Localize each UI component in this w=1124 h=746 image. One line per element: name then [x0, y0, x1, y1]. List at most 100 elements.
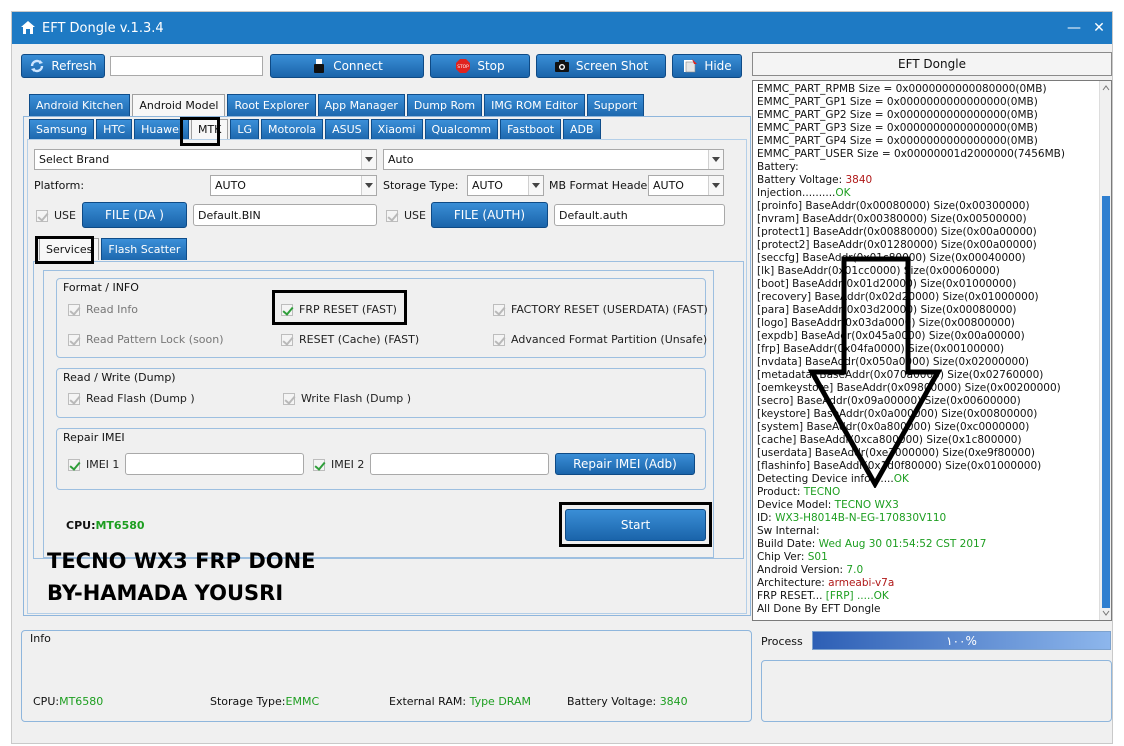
- screenshot-label: Screen Shot: [575, 59, 649, 73]
- log-line: [protect2] BaseAddr(0x01280000) Size(0x0…: [753, 239, 1111, 252]
- repair-imei-button[interactable]: Repair IMEI (Adb): [555, 453, 695, 475]
- imei2-input[interactable]: [370, 453, 549, 475]
- log-line-text: All Done By EFT Dongle: [757, 603, 881, 615]
- hide-button[interactable]: Hide: [672, 54, 742, 78]
- imei2-checkbox[interactable]: IMEI 2: [313, 458, 364, 471]
- close-button[interactable]: ✕: [1089, 18, 1109, 38]
- eft-dongle-header-label: EFT Dongle: [898, 57, 966, 71]
- info-cpu-value: MT6580: [59, 695, 104, 708]
- connect-button[interactable]: Connect: [270, 54, 424, 78]
- banner-line-2: BY-HAMADA YOUSRI: [47, 581, 284, 605]
- tab-htc[interactable]: HTC: [96, 119, 133, 139]
- chevron-down-icon: [708, 176, 723, 195]
- repair-imei-label: Repair IMEI (Adb): [573, 457, 677, 471]
- imei1-checkbox[interactable]: IMEI 1: [68, 458, 119, 471]
- checkbox-box: [283, 392, 295, 405]
- tab-asus[interactable]: ASUS: [325, 119, 369, 139]
- use-auth-checkbox[interactable]: USE: [386, 209, 426, 222]
- tab-app-manager[interactable]: App Manager: [317, 94, 405, 116]
- banner-line-1: TECNO WX3 FRP DONE: [47, 549, 316, 573]
- tab-img-rom-editor[interactable]: IMG ROM Editor: [484, 94, 585, 116]
- checkbox-box: [68, 333, 80, 346]
- platform-select[interactable]: AUTO: [210, 175, 377, 196]
- log-line: Build Date: Wed Aug 30 01:54:52 CST 2017: [753, 538, 1111, 551]
- log-line-value: [FRP] .....OK: [825, 590, 889, 602]
- screenshot-button[interactable]: Screen Shot: [536, 54, 666, 78]
- model-select[interactable]: Auto: [383, 149, 724, 170]
- use-da-checkbox[interactable]: USE: [36, 209, 76, 222]
- log-line: [protect1] BaseAddr(0x00880000) Size(0x0…: [753, 226, 1111, 239]
- camera-icon: [554, 60, 569, 72]
- port-select[interactable]: [110, 56, 263, 76]
- log-line-text: EMMC_PART_GP1 Size = 0x0000000000000000(…: [757, 96, 1038, 108]
- log-line: EMMC_PART_GP3 Size = 0x0000000000000000(…: [753, 122, 1111, 135]
- factory-reset-checkbox[interactable]: FACTORY RESET (USERDATA) (FAST): [493, 303, 708, 316]
- file-auth-button[interactable]: FILE (AUTH): [431, 202, 548, 228]
- tab-xiaomi[interactable]: Xiaomi: [370, 119, 423, 139]
- info-storage: Storage Type:EMMC: [210, 695, 319, 708]
- tab-android-model[interactable]: Android Model: [132, 94, 226, 116]
- log-line: EMMC_PART_GP2 Size = 0x0000000000000000(…: [753, 109, 1111, 122]
- log-line: Architecture: armeabi-v7a: [753, 577, 1111, 590]
- tab-adb[interactable]: ADB: [563, 119, 601, 139]
- write-flash-label: Write Flash (Dump ): [301, 392, 412, 405]
- da-file-field[interactable]: Default.BIN: [193, 204, 377, 226]
- tab-flash-scatter[interactable]: Flash Scatter: [101, 238, 188, 260]
- repair-imei-title: Repair IMEI: [63, 431, 125, 444]
- read-info-checkbox[interactable]: Read Info: [68, 303, 138, 316]
- imei1-input[interactable]: [125, 453, 304, 475]
- window-title: EFT Dongle v.1.3.4: [42, 21, 164, 36]
- log-line-value: OK: [835, 187, 851, 199]
- log-line-value: TECNO WX3: [834, 499, 899, 511]
- info-storage-label: Storage Type:: [210, 695, 286, 708]
- log-line-text: Android Version:: [757, 564, 847, 576]
- log-line-value: WX3-H8014B-N-EG-170830V110: [775, 512, 947, 524]
- use-da-label: USE: [54, 209, 76, 222]
- usb-icon: [314, 59, 325, 73]
- file-da-button[interactable]: FILE (DA ): [82, 202, 187, 228]
- home-icon: [21, 21, 35, 34]
- write-flash-checkbox[interactable]: Write Flash (Dump ): [283, 392, 411, 405]
- log-line: EMMC_PART_USER Size = 0x00000001d2000000…: [753, 148, 1111, 161]
- log-line-text: EMMC_PART_GP2 Size = 0x0000000000000000(…: [757, 109, 1038, 121]
- tab-samsung[interactable]: Samsung: [29, 119, 95, 139]
- highlight-start: [559, 502, 712, 547]
- tab-fastboot[interactable]: Fastboot: [500, 119, 562, 139]
- read-pattern-checkbox[interactable]: Read Pattern Lock (soon): [68, 333, 224, 346]
- refresh-label: Refresh: [51, 59, 97, 73]
- tab-dump-rom[interactable]: Dump Rom: [406, 94, 483, 116]
- read-flash-checkbox[interactable]: Read Flash (Dump ): [68, 392, 195, 405]
- main-tab-bar: Android Kitchen Android Model Root Explore…: [29, 94, 645, 116]
- brand-select[interactable]: Select Brand: [34, 149, 377, 170]
- tab-qualcomm[interactable]: Qualcomm: [424, 119, 499, 139]
- tab-root-explorer[interactable]: Root Explorer: [227, 94, 316, 116]
- info-title: Info: [30, 632, 51, 645]
- tab-android-kitchen[interactable]: Android Kitchen: [29, 94, 131, 116]
- refresh-button[interactable]: Refresh: [21, 54, 105, 78]
- info-panel: Info: [21, 630, 752, 722]
- log-scrollbar[interactable]: [1099, 81, 1111, 620]
- auth-file-field[interactable]: Default.auth: [554, 204, 725, 226]
- connect-label: Connect: [333, 59, 383, 73]
- storage-type-select[interactable]: AUTO: [467, 175, 544, 196]
- log-line: Chip Ver: S01: [753, 551, 1111, 564]
- checkbox-box: [36, 209, 48, 222]
- scrollbar-thumb[interactable]: [1102, 196, 1110, 608]
- log-line-text: Battery Voltage:: [757, 174, 846, 186]
- info-cpu: CPU:MT6580: [33, 695, 103, 708]
- format-info-title: Format / INFO: [63, 281, 139, 294]
- platform-select-value: AUTO: [215, 179, 246, 192]
- tab-lg[interactable]: LG: [230, 119, 260, 139]
- eft-dongle-header[interactable]: EFT Dongle: [752, 52, 1112, 76]
- minimize-button[interactable]: —: [1064, 18, 1084, 38]
- stop-button[interactable]: STOP Stop: [430, 54, 530, 78]
- reset-cache-checkbox[interactable]: RESET (Cache) (FAST): [281, 333, 419, 346]
- mb-format-select[interactable]: AUTO: [648, 175, 724, 196]
- stop-badge-text: STOP: [458, 64, 470, 70]
- advanced-format-checkbox[interactable]: Advanced Format Partition (Unsafe): [493, 333, 707, 346]
- tab-support[interactable]: Support: [586, 94, 645, 116]
- highlight-mtk-tab: [180, 117, 220, 146]
- tab-motorola[interactable]: Motorola: [261, 119, 324, 139]
- log-line-text: EMMC_PART_GP4 Size = 0x0000000000000000(…: [757, 135, 1038, 147]
- info-ram-value: Type DRAM: [469, 695, 532, 708]
